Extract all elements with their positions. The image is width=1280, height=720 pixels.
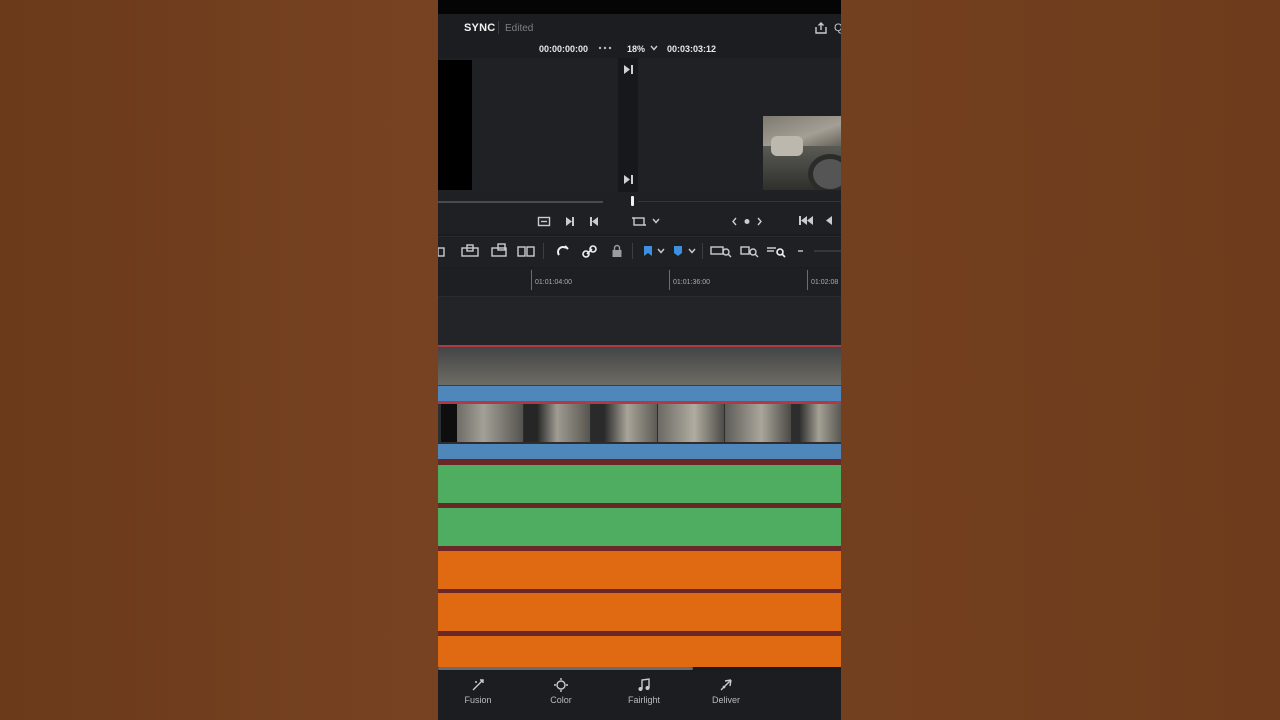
ruler-tick: [807, 270, 808, 290]
nav-label: Fusion: [464, 695, 492, 705]
nav-fairlight[interactable]: Fairlight: [614, 676, 674, 708]
chevron-down-icon[interactable]: [652, 218, 660, 224]
deliver-icon: [720, 679, 732, 691]
edit-tool-icon[interactable]: [438, 246, 446, 258]
overwrite-icon[interactable]: [490, 243, 508, 258]
video-clip-bar-2[interactable]: [438, 386, 841, 401]
zoom-detail-icon[interactable]: [740, 244, 760, 258]
step-forward-icon[interactable]: [564, 216, 575, 227]
in-point-icon[interactable]: [623, 64, 634, 75]
header-q-label[interactable]: Q: [834, 22, 841, 34]
fusion-icon: [472, 679, 484, 691]
current-timecode[interactable]: 00:00:00:00: [539, 44, 588, 54]
ruler-tick: [531, 270, 532, 290]
snap-icon[interactable]: [555, 244, 570, 259]
nav-deliver[interactable]: Deliver: [696, 676, 756, 708]
video-clip-track-1[interactable]: [438, 404, 841, 444]
chevron-down-icon[interactable]: [657, 248, 665, 254]
more-options-icon[interactable]: [598, 45, 612, 51]
out-point-icon[interactable]: [623, 174, 634, 185]
audio-track-a5[interactable]: [438, 636, 841, 667]
scrubber-progress: [438, 201, 603, 203]
toolbar-divider: [543, 243, 544, 259]
lock-icon[interactable]: [611, 244, 623, 258]
resolve-app-window: SYNC Edited Q 00:00:00:00 18% 00:03:03:1…: [438, 0, 841, 720]
timeline-scrollbar[interactable]: [438, 667, 693, 670]
zoom-custom-icon[interactable]: [766, 244, 786, 258]
chevron-down-icon[interactable]: [650, 45, 658, 51]
skip-start-icon[interactable]: [798, 215, 814, 226]
project-title: SYNC: [464, 22, 496, 34]
zoom-fit-icon[interactable]: [710, 244, 732, 258]
insert-icon[interactable]: [460, 244, 480, 258]
toolbar-divider: [632, 243, 633, 259]
timeline-empty-track-area[interactable]: [438, 297, 841, 345]
ruler-label: 01:02:08: [811, 279, 839, 286]
nav-label: Color: [550, 695, 572, 705]
zoom-slider-icon[interactable]: [796, 247, 841, 255]
nav-label: Deliver: [711, 695, 740, 705]
chevron-down-icon[interactable]: [688, 248, 696, 254]
duration-timecode: 00:03:03:12: [667, 44, 717, 54]
toolbar-divider: [702, 243, 703, 259]
marker-icon[interactable]: [673, 245, 683, 257]
flag-icon[interactable]: [643, 245, 653, 257]
source-viewer-frame: [438, 60, 472, 190]
ruler-tick: [669, 270, 670, 290]
viewer-divider: [618, 58, 638, 192]
zoom-level[interactable]: 18%: [627, 44, 645, 54]
status-bar: [438, 0, 841, 14]
play-reverse-icon[interactable]: [824, 215, 834, 226]
share-icon[interactable]: [814, 21, 828, 35]
step-back-icon[interactable]: [589, 216, 600, 227]
replace-icon[interactable]: [516, 244, 536, 258]
scrubber-track: [638, 201, 841, 202]
loop-icon[interactable]: [537, 216, 551, 227]
link-icon[interactable]: [582, 244, 597, 259]
audio-track-a3[interactable]: [438, 551, 841, 589]
timeline-viewer-frame: [763, 116, 841, 190]
crop-icon[interactable]: [632, 216, 646, 227]
nav-color[interactable]: Color: [531, 676, 591, 708]
color-icon: [554, 678, 568, 692]
audio-track-a2[interactable]: [438, 508, 841, 546]
timeline-ruler[interactable]: [438, 268, 841, 297]
ruler-label: 01:01:04:00: [535, 279, 572, 286]
ruler-label: 01:01:36:00: [673, 279, 710, 286]
video-clip-track-2[interactable]: [438, 345, 841, 387]
audio-track-a4[interactable]: [438, 593, 841, 631]
project-status: Edited: [505, 23, 534, 34]
nav-label: Fairlight: [627, 695, 660, 705]
header-divider: [498, 21, 499, 34]
audio-track-a1[interactable]: [438, 465, 841, 503]
video-clip-bar-1[interactable]: [438, 444, 841, 459]
nav-fusion[interactable]: Fusion: [448, 676, 508, 708]
fairlight-icon: [638, 678, 650, 691]
dots-nav-icon[interactable]: [732, 217, 762, 226]
scrubber-handle[interactable]: [631, 196, 634, 206]
